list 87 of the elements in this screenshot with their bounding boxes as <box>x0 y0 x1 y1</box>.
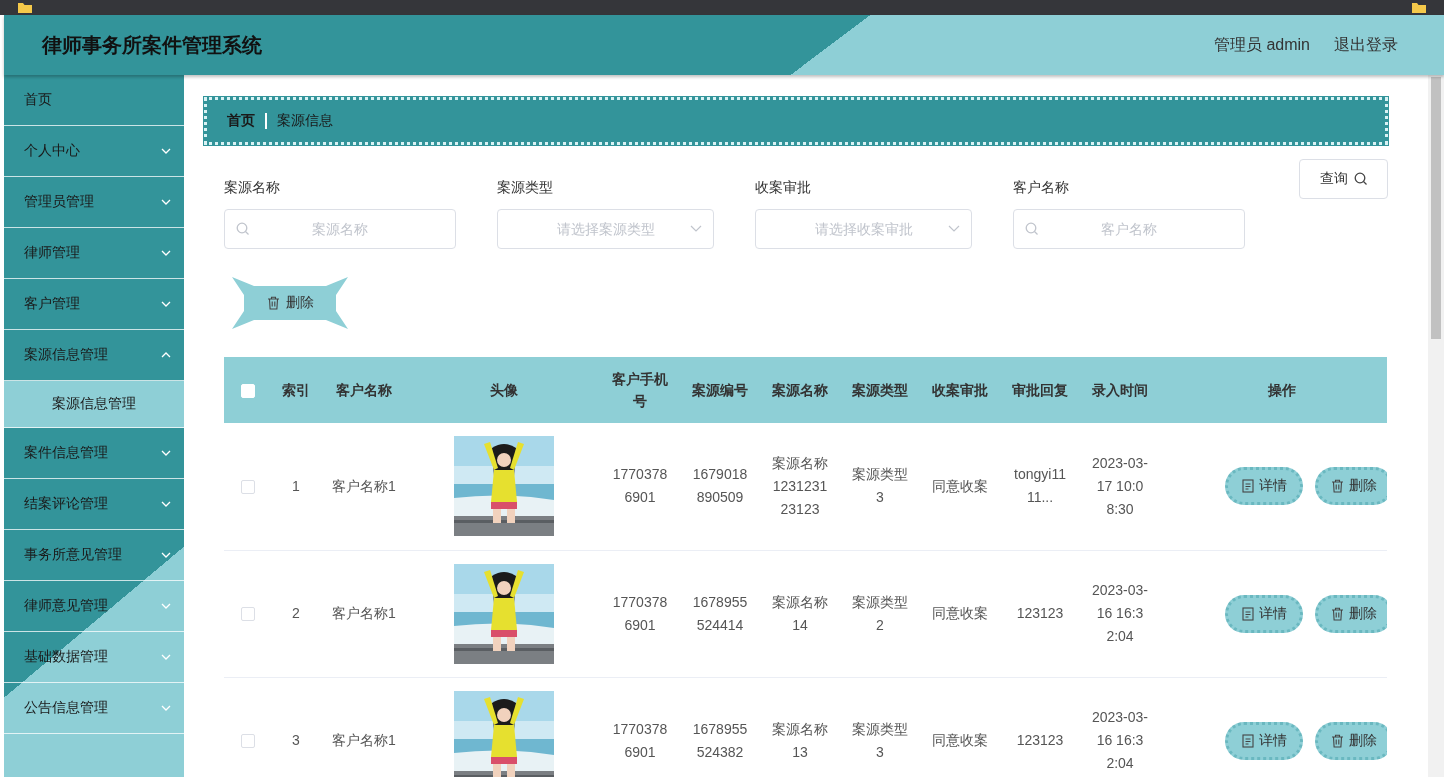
sidebar-item[interactable]: 事务所意见管理 <box>4 530 184 581</box>
sidebar-item[interactable]: 管理员管理 <box>4 177 184 228</box>
column-header: 案源类型 <box>840 357 920 423</box>
column-header: 案源名称 <box>760 357 840 423</box>
filter-label: 客户名称 <box>1013 179 1070 197</box>
delete-button[interactable]: 删除 <box>1315 467 1387 506</box>
table-cell: 2023-03-16 16:32:04 <box>1091 582 1148 644</box>
table-cell: 案源类型2 <box>852 593 908 633</box>
logout-link[interactable]: 退出登录 <box>1334 34 1398 56</box>
table-cell: 同意收案 <box>932 477 988 494</box>
trash-icon <box>266 296 280 310</box>
sidebar-subitem[interactable]: 案源信息管理 <box>4 381 184 428</box>
table-cell: 2023-03-16 16:32:04 <box>1091 709 1148 771</box>
table-cell: 案源名称13 <box>772 720 828 760</box>
sidebar-item[interactable]: 律师意见管理 <box>4 581 184 632</box>
column-header: 客户手机号 <box>600 357 680 423</box>
folder-icon[interactable] <box>18 2 32 13</box>
table-cell: 客户名称1 <box>332 605 396 621</box>
table-cell: 同意收案 <box>932 605 988 621</box>
search-icon <box>236 222 250 236</box>
breadcrumb-link[interactable]: 案源信息 <box>277 112 333 130</box>
column-header: 收案审批 <box>920 357 1000 423</box>
filter-label: 案源类型 <box>497 179 554 197</box>
column-header: 审批回复 <box>1000 357 1080 423</box>
checkbox[interactable] <box>241 607 255 622</box>
user-label: 管理员 admin <box>1213 34 1310 55</box>
table-cell: 123123 <box>1016 732 1064 748</box>
trash-icon <box>1331 606 1344 621</box>
sidebar-item[interactable]: 首页 <box>4 75 184 126</box>
delete-button[interactable]: 删除 <box>1315 594 1387 633</box>
trash-icon <box>1331 733 1344 748</box>
scrollbar[interactable] <box>1428 75 1444 777</box>
folder-icon[interactable] <box>1412 2 1426 13</box>
search-field[interactable]: 客户名称 <box>1013 209 1245 249</box>
table-cell: 123123 <box>1016 605 1064 621</box>
column-header: 录入时间 <box>1080 357 1160 423</box>
breadcrumb-link[interactable]: 首页 <box>227 112 255 130</box>
table-cell: 1679018890509 <box>692 466 748 506</box>
sidebar-item[interactable]: 律师管理 <box>4 228 184 279</box>
document-icon <box>1241 479 1254 494</box>
table-cell: 案源类型3 <box>852 720 908 760</box>
table-cell: 2023-03-17 10:08:30 <box>1091 454 1148 517</box>
table-cell: 3 <box>292 732 300 748</box>
document-icon <box>1241 606 1254 621</box>
delete-button[interactable]: 删除 <box>1315 721 1387 760</box>
table-cell: 17703786901 <box>612 466 668 506</box>
table-cell: 2 <box>292 605 300 621</box>
details-button[interactable]: 详情 <box>1225 721 1303 760</box>
trash-icon <box>1331 479 1344 494</box>
checkbox[interactable] <box>241 480 255 495</box>
table-cell: tongyi1111... <box>1014 466 1066 506</box>
column-header: 客户名称 <box>320 357 408 423</box>
checkbox[interactable] <box>241 734 255 749</box>
filter-label: 案源名称 <box>224 179 281 197</box>
column-header: 操作 <box>1160 357 1387 423</box>
select-field[interactable]: 请选择收案审批 <box>755 209 972 249</box>
table-cell: 17703786901 <box>612 593 668 633</box>
sidebar-item[interactable]: 基础数据管理 <box>4 632 184 683</box>
delete-button[interactable]: 删除 <box>232 277 348 329</box>
filter-label: 收案审批 <box>755 179 812 197</box>
table-cell: 案源名称14 <box>772 593 828 633</box>
sidebar-item[interactable]: 个人中心 <box>4 126 184 177</box>
sidebar-item[interactable]: 客户管理 <box>4 279 184 330</box>
table-cell: 同意收案 <box>932 732 988 748</box>
document-icon <box>1241 733 1254 748</box>
search-icon <box>1353 172 1368 186</box>
table-cell: 客户名称1 <box>332 732 396 748</box>
table-cell: 案源名称123123123123 <box>772 454 828 517</box>
table-cell: 17703786901 <box>612 720 668 760</box>
table-cell: 1678955524382 <box>692 720 748 760</box>
app-title: 律师事务所案件管理系统 <box>42 32 263 58</box>
sidebar-item[interactable]: 公告信息管理 <box>4 683 184 734</box>
select-field[interactable]: 请选择案源类型 <box>497 209 714 249</box>
table-cell: 案源类型3 <box>852 466 908 506</box>
column-header: 头像 <box>408 357 600 423</box>
table-cell: 1678955524414 <box>692 593 748 633</box>
sidebar-item[interactable]: 案件信息管理 <box>4 428 184 479</box>
details-button[interactable]: 详情 <box>1225 594 1303 633</box>
search-field[interactable]: 案源名称 <box>224 209 456 249</box>
table-cell: 1 <box>292 477 300 494</box>
column-header: 索引 <box>272 357 320 423</box>
query-button[interactable]: 查询 <box>1299 159 1388 199</box>
details-button[interactable]: 详情 <box>1225 467 1303 506</box>
search-icon <box>1025 222 1039 236</box>
table-cell: 客户名称1 <box>332 477 396 494</box>
sidebar-item[interactable]: 结案评论管理 <box>4 479 184 530</box>
column-header: 案源编号 <box>680 357 760 423</box>
